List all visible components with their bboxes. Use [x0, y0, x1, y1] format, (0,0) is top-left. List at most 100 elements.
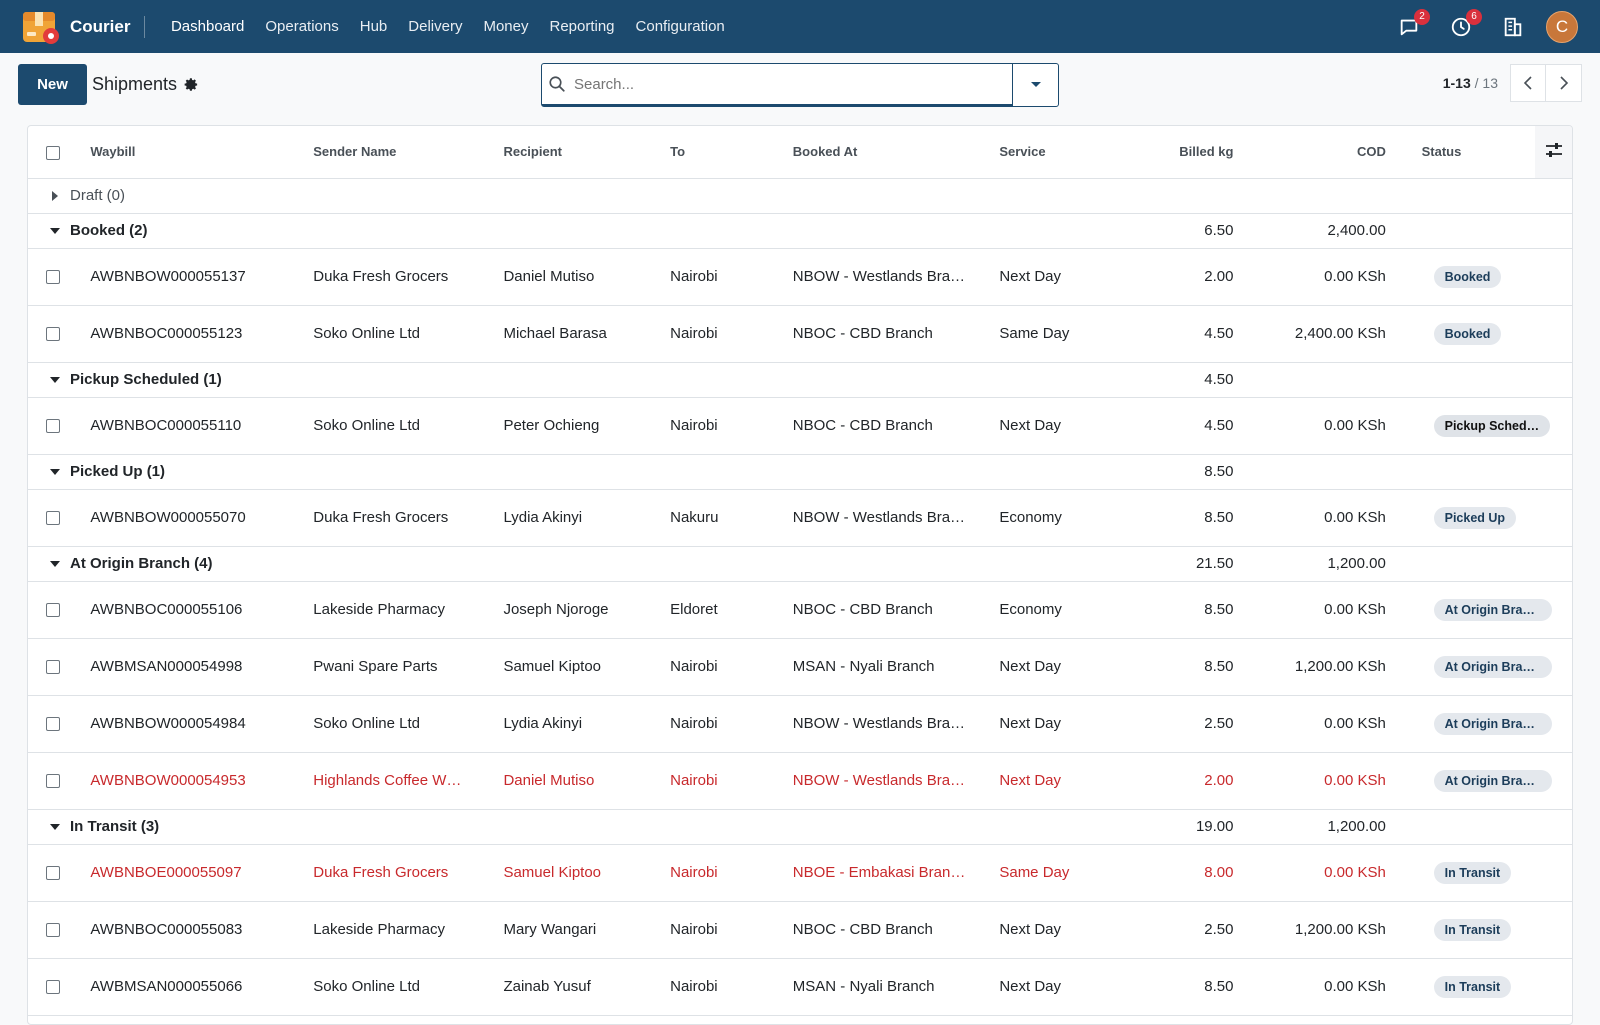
table-row[interactable]: AWBNBOW000055137 Duka Fresh Grocers Daniel… — [28, 248, 1572, 306]
cell-status[interactable]: In Transit — [1421, 958, 1572, 1016]
column-header-waybill[interactable]: Waybill — [90, 126, 314, 179]
cell-status[interactable]: At Origin Branch — [1421, 638, 1572, 696]
cell-booked-at[interactable]: MSAN - Nyali Branch — [792, 638, 1000, 696]
cell-waybill[interactable]: AWBNBOW000055070 — [90, 489, 314, 547]
table-row[interactable]: AWBNBOC000055123 Soko Online Ltd Michael B… — [28, 305, 1572, 363]
cell-to[interactable]: Nairobi — [670, 305, 793, 363]
cell-billed-kg[interactable]: 8.00 — [1117, 844, 1234, 902]
cell-billed-kg[interactable]: 4.50 — [1117, 397, 1234, 455]
cell-to[interactable]: Nairobi — [670, 638, 793, 696]
cell-to[interactable]: Nairobi — [670, 248, 793, 306]
menu-operations[interactable]: Operations — [255, 18, 349, 35]
group-row[interactable]: In Transit (3) 19.00 1,200.00 — [28, 809, 1572, 845]
cell-billed-kg[interactable]: 2.50 — [1117, 901, 1234, 959]
cell-sender-name[interactable]: Lakeside Pharmacy — [313, 581, 504, 639]
cell-service[interactable]: Next Day — [999, 901, 1118, 959]
cell-cod[interactable]: 0.00 KSh — [1233, 844, 1386, 902]
menu-reporting[interactable]: Reporting — [539, 18, 625, 35]
table-row[interactable]: AWBNBOW000055070 Duka Fresh Grocers Lydia … — [28, 489, 1572, 547]
cell-service[interactable]: Same Day — [999, 305, 1118, 363]
table-row[interactable]: AWBNBOC000055106 Lakeside Pharmacy Joseph … — [28, 581, 1572, 639]
cell-to[interactable]: Nairobi — [670, 844, 793, 902]
group-row[interactable]: Draft (0) — [28, 178, 1572, 214]
cell-waybill[interactable]: AWBNBOW000054984 — [90, 695, 314, 753]
cell-billed-kg[interactable]: 2.50 — [1117, 695, 1234, 753]
row-checkbox[interactable] — [46, 270, 60, 285]
cell-waybill[interactable]: AWBMSAN000055066 — [90, 958, 314, 1016]
cell-to[interactable]: Nairobi — [670, 958, 793, 1016]
cell-billed-kg[interactable]: 2.00 — [1117, 248, 1234, 306]
cell-cod[interactable]: 2,400.00 KSh — [1233, 305, 1386, 363]
messages-button[interactable]: 2 — [1394, 8, 1430, 42]
cell-recipient[interactable]: Zainab Yusuf — [503, 958, 671, 1016]
cell-to[interactable]: Nairobi — [670, 901, 793, 959]
cell-sender-name[interactable]: Lakeside Pharmacy — [313, 901, 504, 959]
cell-billed-kg[interactable]: 8.50 — [1117, 581, 1234, 639]
cell-status[interactable]: At Origin Branch — [1421, 752, 1572, 810]
cell-status[interactable]: In Transit — [1421, 901, 1572, 959]
cell-waybill[interactable]: AWBNBOC000055083 — [90, 901, 314, 959]
search-input[interactable] — [574, 75, 1012, 93]
cell-cod[interactable]: 0.00 KSh — [1233, 581, 1386, 639]
cell-service[interactable]: Economy — [999, 489, 1118, 547]
column-header-billed-kg[interactable]: Billed kg — [1117, 126, 1234, 179]
row-checkbox[interactable] — [46, 603, 60, 618]
cell-sender-name[interactable]: Duka Fresh Grocers — [313, 489, 504, 547]
cell-waybill[interactable]: AWBNBOW000054953 — [90, 752, 314, 810]
table-row[interactable]: AWBNBOE000055097 Duka Fresh Grocers Samuel… — [28, 844, 1572, 902]
cell-recipient[interactable]: Lydia Akinyi — [503, 489, 671, 547]
cell-service[interactable]: Next Day — [999, 958, 1118, 1016]
cell-cod[interactable]: 0.00 KSh — [1233, 489, 1386, 547]
cell-sender-name[interactable]: Duka Fresh Grocers — [313, 844, 504, 902]
group-row[interactable]: Booked (2) 6.50 2,400.00 — [28, 213, 1572, 249]
cell-to[interactable]: Nairobi — [670, 752, 793, 810]
cell-billed-kg[interactable]: 8.50 — [1117, 489, 1234, 547]
cell-billed-kg[interactable]: 4.50 — [1117, 305, 1234, 363]
table-row[interactable]: AWBMSAN000055066 Soko Online Ltd Zainab Yu… — [28, 958, 1572, 1016]
cell-service[interactable]: Same Day — [999, 844, 1118, 902]
column-header-to[interactable]: To — [670, 126, 793, 179]
row-checkbox[interactable] — [46, 327, 60, 342]
pager-next-button[interactable] — [1546, 64, 1582, 102]
row-checkbox[interactable] — [46, 717, 60, 732]
cell-status[interactable]: In Transit — [1421, 844, 1572, 902]
cell-recipient[interactable]: Michael Barasa — [503, 305, 671, 363]
cell-cod[interactable]: 0.00 KSh — [1233, 397, 1386, 455]
cell-cod[interactable]: 0.00 KSh — [1233, 248, 1386, 306]
cell-service[interactable]: Next Day — [999, 397, 1118, 455]
pager-previous-button[interactable] — [1510, 64, 1546, 102]
cell-service[interactable]: Next Day — [999, 695, 1118, 753]
row-checkbox[interactable] — [46, 511, 60, 526]
cell-booked-at[interactable]: NBOC - CBD Branch — [792, 581, 1000, 639]
cell-billed-kg[interactable]: 2.00 — [1117, 752, 1234, 810]
cell-recipient[interactable]: Peter Ochieng — [503, 397, 671, 455]
cell-cod[interactable]: 0.00 KSh — [1233, 958, 1386, 1016]
cell-status[interactable]: Pickup Sched… — [1421, 397, 1572, 455]
cell-booked-at[interactable]: NBOW - Westlands Bra… — [792, 248, 1000, 306]
cell-to[interactable]: Eldoret — [670, 581, 793, 639]
cell-booked-at[interactable]: NBOW - Westlands Bra… — [792, 489, 1000, 547]
cell-sender-name[interactable]: Soko Online Ltd — [313, 695, 504, 753]
cell-booked-at[interactable]: NBOE - Embakasi Bran… — [792, 844, 1000, 902]
cell-booked-at[interactable]: NBOW - Westlands Bra… — [792, 695, 1000, 753]
search-options-toggle[interactable] — [1012, 64, 1058, 106]
menu-money[interactable]: Money — [473, 18, 539, 35]
cell-billed-kg[interactable]: 8.50 — [1117, 638, 1234, 696]
table-row[interactable]: AWBMSAN000054998 Pwani Spare Parts Samuel … — [28, 638, 1572, 696]
cell-status[interactable]: At Origin Branch — [1421, 581, 1572, 639]
cell-recipient[interactable]: Samuel Kiptoo — [503, 844, 671, 902]
cell-to[interactable]: Nakuru — [670, 489, 793, 547]
cell-cod[interactable]: 0.00 KSh — [1233, 752, 1386, 810]
cell-waybill[interactable]: AWBNBOE000055097 — [90, 844, 314, 902]
column-header-service[interactable]: Service — [999, 126, 1118, 179]
cell-sender-name[interactable]: Duka Fresh Grocers — [313, 248, 504, 306]
cell-service[interactable]: Economy — [999, 581, 1118, 639]
cell-recipient[interactable]: Lydia Akinyi — [503, 695, 671, 753]
menu-configuration[interactable]: Configuration — [625, 18, 735, 35]
cell-service[interactable]: Next Day — [999, 638, 1118, 696]
pager-value[interactable]: 1-13 / 13 — [1443, 75, 1498, 91]
cell-billed-kg[interactable]: 8.50 — [1117, 958, 1234, 1016]
table-row[interactable]: AWBNBOW000054953 Highlands Coffee W… Danie… — [28, 752, 1572, 810]
menu-delivery[interactable]: Delivery — [398, 18, 473, 35]
menu-hub[interactable]: Hub — [349, 18, 398, 35]
